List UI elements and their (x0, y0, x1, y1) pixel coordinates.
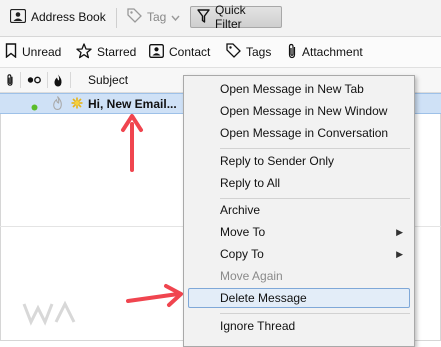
menu-reply-to-sender[interactable]: Reply to Sender Only (185, 151, 413, 171)
menu-separator (220, 313, 410, 314)
quick-filter-label: Quick Filter (215, 3, 246, 31)
quick-filter-button[interactable]: Quick Filter (190, 3, 282, 31)
attachment-column-icon[interactable] (6, 72, 14, 88)
tag-icon (127, 8, 142, 26)
star-icon (76, 42, 92, 62)
main-toolbar: Address Book Tag Quick Filter (0, 0, 441, 37)
watermark-logo (22, 300, 76, 326)
menu-item-label: Open Message in New Window (220, 104, 388, 118)
menu-separator (220, 148, 410, 149)
menu-reply-to-all[interactable]: Reply to All (185, 173, 413, 193)
column-separator[interactable] (20, 72, 21, 88)
filter-icon (197, 8, 210, 26)
menu-open-in-new-window[interactable]: Open Message in New Window (185, 101, 413, 121)
toolbar-separator (116, 8, 117, 28)
menu-item-label: Move To (220, 225, 266, 239)
starred-filter-button[interactable]: Starred (76, 42, 137, 62)
message-context-menu: Open Message in New Tab Open Message in … (183, 75, 415, 347)
menu-item-label: Open Message in Conversation (220, 126, 389, 140)
column-separator[interactable] (47, 72, 48, 88)
chevron-down-icon (171, 10, 180, 24)
menu-separator (220, 198, 410, 199)
starred-label: Starred (97, 45, 137, 59)
junk-flame-column-icon[interactable] (53, 72, 63, 88)
attachment-label: Attachment (302, 45, 363, 59)
unread-dot-icon (31, 100, 38, 114)
contact-label: Contact (169, 45, 211, 59)
paperclip-icon (287, 43, 297, 62)
column-separator[interactable] (70, 72, 71, 88)
address-book-label: Address Book (31, 10, 106, 24)
tag-button[interactable]: Tag (121, 6, 185, 28)
menu-move-again: Move Again (185, 266, 413, 286)
menu-item-label: Move Again (220, 269, 283, 283)
address-book-icon (9, 8, 27, 26)
unread-filter-button[interactable]: Unread (5, 43, 61, 61)
menu-item-label: Copy To (220, 247, 264, 261)
unread-icon (5, 43, 17, 61)
menu-item-label: Delete Message (220, 291, 307, 305)
tags-label: Tags (246, 45, 272, 59)
new-message-sparkle-icon (71, 97, 83, 112)
message-subject: Hi, New Email... (88, 97, 177, 111)
menu-open-in-new-tab[interactable]: Open Message in New Tab (185, 79, 413, 99)
menu-item-label: Open Message in New Tab (220, 82, 364, 96)
menu-delete-message[interactable]: Delete Message (188, 288, 410, 308)
tag-icon (226, 43, 241, 61)
submenu-arrow-icon: ▶ (396, 226, 403, 237)
tag-label: Tag (147, 10, 167, 24)
menu-item-label: Reply to All (220, 176, 281, 190)
menu-ignore-thread[interactable]: Ignore Thread (185, 316, 413, 336)
submenu-arrow-icon: ▶ (396, 248, 403, 259)
menu-open-in-conversation[interactable]: Open Message in Conversation (185, 123, 413, 143)
annotation-arrow-up (121, 114, 143, 172)
junk-flame-icon[interactable] (52, 96, 63, 113)
quick-filter-bar: Unread Starred Contact Tags Attachment (0, 37, 441, 68)
menu-move-to[interactable]: Move To ▶ (185, 222, 413, 242)
attachment-filter-button[interactable]: Attachment (287, 43, 363, 61)
tags-filter-button[interactable]: Tags (226, 43, 271, 61)
menu-copy-to[interactable]: Copy To ▶ (185, 244, 413, 264)
subject-column-header[interactable]: Subject (88, 72, 128, 88)
unread-label: Unread (22, 45, 62, 59)
menu-item-label: Archive (220, 203, 261, 217)
annotation-arrow-right (126, 284, 183, 307)
menu-item-label: Reply to Sender Only (220, 154, 335, 168)
menu-item-label: Ignore Thread (220, 319, 296, 333)
read-status-column-icon[interactable] (27, 72, 41, 88)
contact-filter-button[interactable]: Contact (149, 43, 210, 61)
address-book-button[interactable]: Address Book (4, 6, 112, 28)
menu-archive[interactable]: Archive (185, 200, 413, 220)
contact-icon (149, 43, 164, 61)
